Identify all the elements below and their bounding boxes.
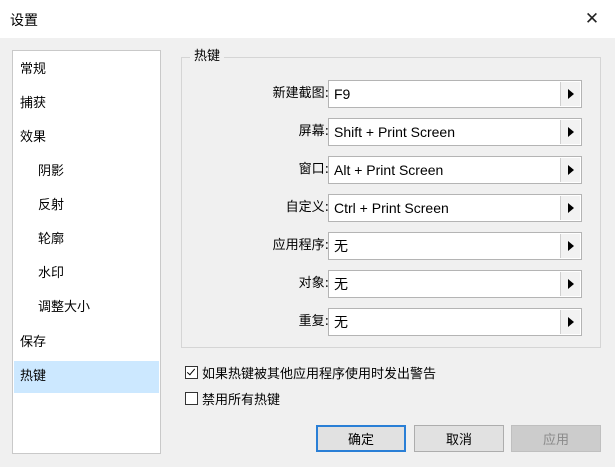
sidebar-item-watermark[interactable]: 水印 (14, 258, 159, 290)
hotkey-field-new-capture[interactable]: F9 (328, 80, 582, 108)
hotkey-row-screen: 屏幕: Shift + Print Screen (181, 118, 601, 146)
hotkey-menu-button[interactable] (560, 82, 580, 106)
hotkey-row-new-capture: 新建截图: F9 (181, 80, 601, 108)
hotkey-value: F9 (334, 86, 351, 102)
triangle-right-icon (567, 203, 574, 213)
triangle-right-icon (567, 317, 574, 327)
hotkey-label: 屏幕: (298, 124, 329, 139)
hotkey-value: 无 (334, 314, 348, 330)
hotkey-menu-button[interactable] (560, 234, 580, 258)
hotkey-menu-button[interactable] (560, 310, 580, 334)
hotkey-value: 无 (334, 238, 348, 254)
sidebar-item-reflection[interactable]: 反射 (14, 190, 159, 222)
hotkey-field-window[interactable]: Alt + Print Screen (328, 156, 582, 184)
hotkey-row-object: 对象: 无 (181, 270, 601, 298)
hotkey-label: 窗口: (298, 162, 329, 177)
triangle-right-icon (567, 127, 574, 137)
hotkey-row-repeat: 重复: 无 (181, 308, 601, 336)
disable-all-hotkeys-checkbox[interactable] (185, 391, 198, 405)
ok-button[interactable]: 确定 (316, 425, 406, 452)
sidebar-item-hotkeys[interactable]: 热键 (14, 361, 159, 393)
hotkey-value: Shift + Print Screen (334, 124, 456, 140)
hotkey-field-custom[interactable]: Ctrl + Print Screen (328, 194, 582, 222)
hotkey-label: 对象: (298, 276, 329, 291)
hotkey-field-repeat[interactable]: 无 (328, 308, 582, 336)
hotkey-row-application: 应用程序: 无 (181, 232, 601, 260)
triangle-right-icon (567, 89, 574, 99)
triangle-right-icon (567, 165, 574, 175)
hotkey-value: Alt + Print Screen (334, 162, 444, 178)
settings-sidebar: 常规 捕获 效果 阴影 反射 轮廓 水印 调整大小 保存 热键 (12, 50, 161, 454)
close-button[interactable]: ✕ (569, 0, 615, 38)
warn-on-conflict-option[interactable]: 如果热键被其他应用程序使用时发出警告 (185, 363, 437, 382)
hotkey-menu-button[interactable] (560, 272, 580, 296)
hotkey-field-screen[interactable]: Shift + Print Screen (328, 118, 582, 146)
sidebar-item-general[interactable]: 常规 (14, 54, 159, 86)
hotkey-value: 无 (334, 276, 348, 292)
triangle-right-icon (567, 279, 574, 289)
hotkey-row-window: 窗口: Alt + Print Screen (181, 156, 601, 184)
hotkey-menu-button[interactable] (560, 196, 580, 220)
checkmark-icon (186, 366, 196, 375)
hotkey-field-application[interactable]: 无 (328, 232, 582, 260)
hotkey-menu-button[interactable] (560, 120, 580, 144)
hotkey-label: 新建截图: (272, 86, 329, 101)
hotkey-field-object[interactable]: 无 (328, 270, 582, 298)
sidebar-item-save[interactable]: 保存 (14, 327, 159, 359)
apply-button[interactable]: 应用 (511, 425, 601, 452)
warn-on-conflict-label: 如果热键被其他应用程序使用时发出警告 (202, 366, 437, 382)
cancel-button[interactable]: 取消 (414, 425, 504, 452)
sidebar-item-effects[interactable]: 效果 (14, 122, 159, 154)
close-icon: ✕ (584, 9, 600, 29)
hotkey-value: Ctrl + Print Screen (334, 200, 449, 216)
hotkey-label: 重复: (298, 314, 329, 329)
hotkey-label: 自定义: (285, 200, 329, 215)
sidebar-item-outline[interactable]: 轮廓 (14, 224, 159, 256)
hotkey-row-custom: 自定义: Ctrl + Print Screen (181, 194, 601, 222)
sidebar-item-shadow[interactable]: 阴影 (14, 156, 159, 188)
hotkeys-group-title: 热键 (190, 45, 225, 64)
disable-all-hotkeys-label: 禁用所有热键 (202, 392, 281, 408)
triangle-right-icon (567, 241, 574, 251)
warn-on-conflict-checkbox[interactable] (185, 365, 198, 379)
sidebar-item-resize[interactable]: 调整大小 (14, 292, 159, 324)
title-bar: 设置 ✕ (0, 0, 615, 38)
sidebar-item-capture[interactable]: 捕获 (14, 88, 159, 120)
disable-all-hotkeys-option[interactable]: 禁用所有热键 (185, 389, 281, 408)
window-title: 设置 (10, 13, 38, 29)
hotkey-menu-button[interactable] (560, 158, 580, 182)
hotkey-label: 应用程序: (272, 238, 329, 253)
